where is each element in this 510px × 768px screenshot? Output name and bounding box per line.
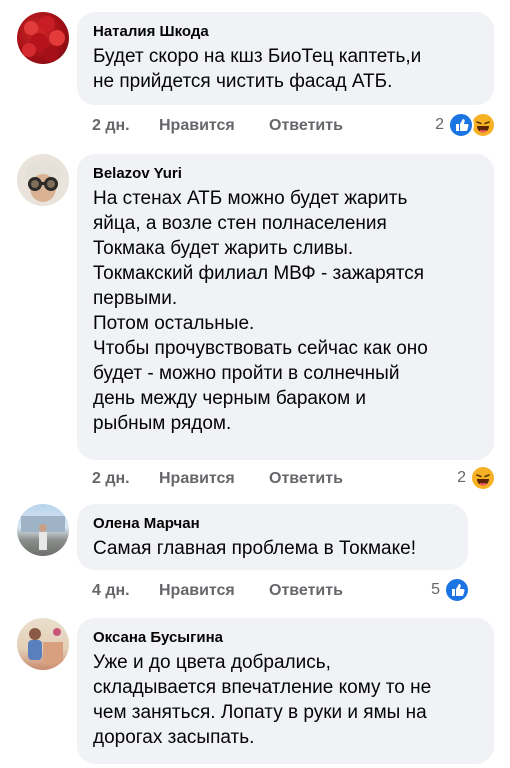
comment-author[interactable]: Олена Марчан <box>93 514 452 534</box>
reaction-count: 5 <box>431 581 440 598</box>
rose-avatar-image <box>22 16 65 62</box>
comment-actions: 2 дн. Нравится Ответить <box>92 469 343 489</box>
comment-actions: 2 дн. Нравится Ответить <box>92 116 343 136</box>
like-icon <box>444 577 470 603</box>
avatar[interactable] <box>17 154 69 206</box>
reply-button[interactable]: Ответить <box>269 116 343 136</box>
comment-timestamp[interactable]: 2 дн. <box>92 116 159 136</box>
person-with-flowers-avatar-image <box>28 628 63 664</box>
reaction-summary[interactable]: 2 <box>457 465 496 491</box>
reaction-summary[interactable]: 5 <box>431 577 470 603</box>
like-button[interactable]: Нравится <box>159 581 269 601</box>
avatar[interactable] <box>17 12 69 64</box>
person-outdoors-avatar-image <box>21 516 65 550</box>
reaction-summary[interactable]: 2 <box>435 112 496 138</box>
person-with-goggles-avatar-image <box>25 160 61 202</box>
comment-actions: 4 дн. Нравится Ответить <box>92 581 343 601</box>
comment-text: Уже и до цвета добрались, складывается в… <box>93 652 432 748</box>
avatar[interactable] <box>17 618 69 670</box>
comment-bubble: Наталия Шкода Будет скоро на кшз БиоТец … <box>77 12 494 105</box>
comment-timestamp[interactable]: 2 дн. <box>92 469 159 489</box>
like-icon <box>448 112 474 138</box>
comment-bubble: Олена Марчан Самая главная проблема в То… <box>77 504 468 570</box>
comment-author[interactable]: Belazov Yuri <box>93 164 478 184</box>
comment-text: На стенах АТБ можно будет жарить яйца, а… <box>93 188 428 434</box>
comment-bubble: Оксана Бусыгина Уже и до цвета добрались… <box>77 618 494 764</box>
comment-author[interactable]: Наталия Шкода <box>93 22 478 42</box>
comment-author[interactable]: Оксана Бусыгина <box>93 628 478 648</box>
reply-button[interactable]: Ответить <box>269 469 343 489</box>
reaction-count: 2 <box>457 469 466 486</box>
reply-button[interactable]: Ответить <box>269 581 343 601</box>
haha-icon <box>470 465 496 491</box>
comment-text: Будет скоро на кшз БиоТец каптеть,и не п… <box>93 46 422 92</box>
reaction-count: 2 <box>435 116 444 133</box>
like-button[interactable]: Нравится <box>159 469 269 489</box>
comment-timestamp[interactable]: 4 дн. <box>92 581 159 601</box>
like-button[interactable]: Нравится <box>159 116 269 136</box>
comment-text: Самая главная проблема в Токмаке! <box>93 538 416 559</box>
avatar[interactable] <box>17 504 69 556</box>
comment-bubble: Belazov Yuri На стенах АТБ можно будет ж… <box>77 154 494 460</box>
